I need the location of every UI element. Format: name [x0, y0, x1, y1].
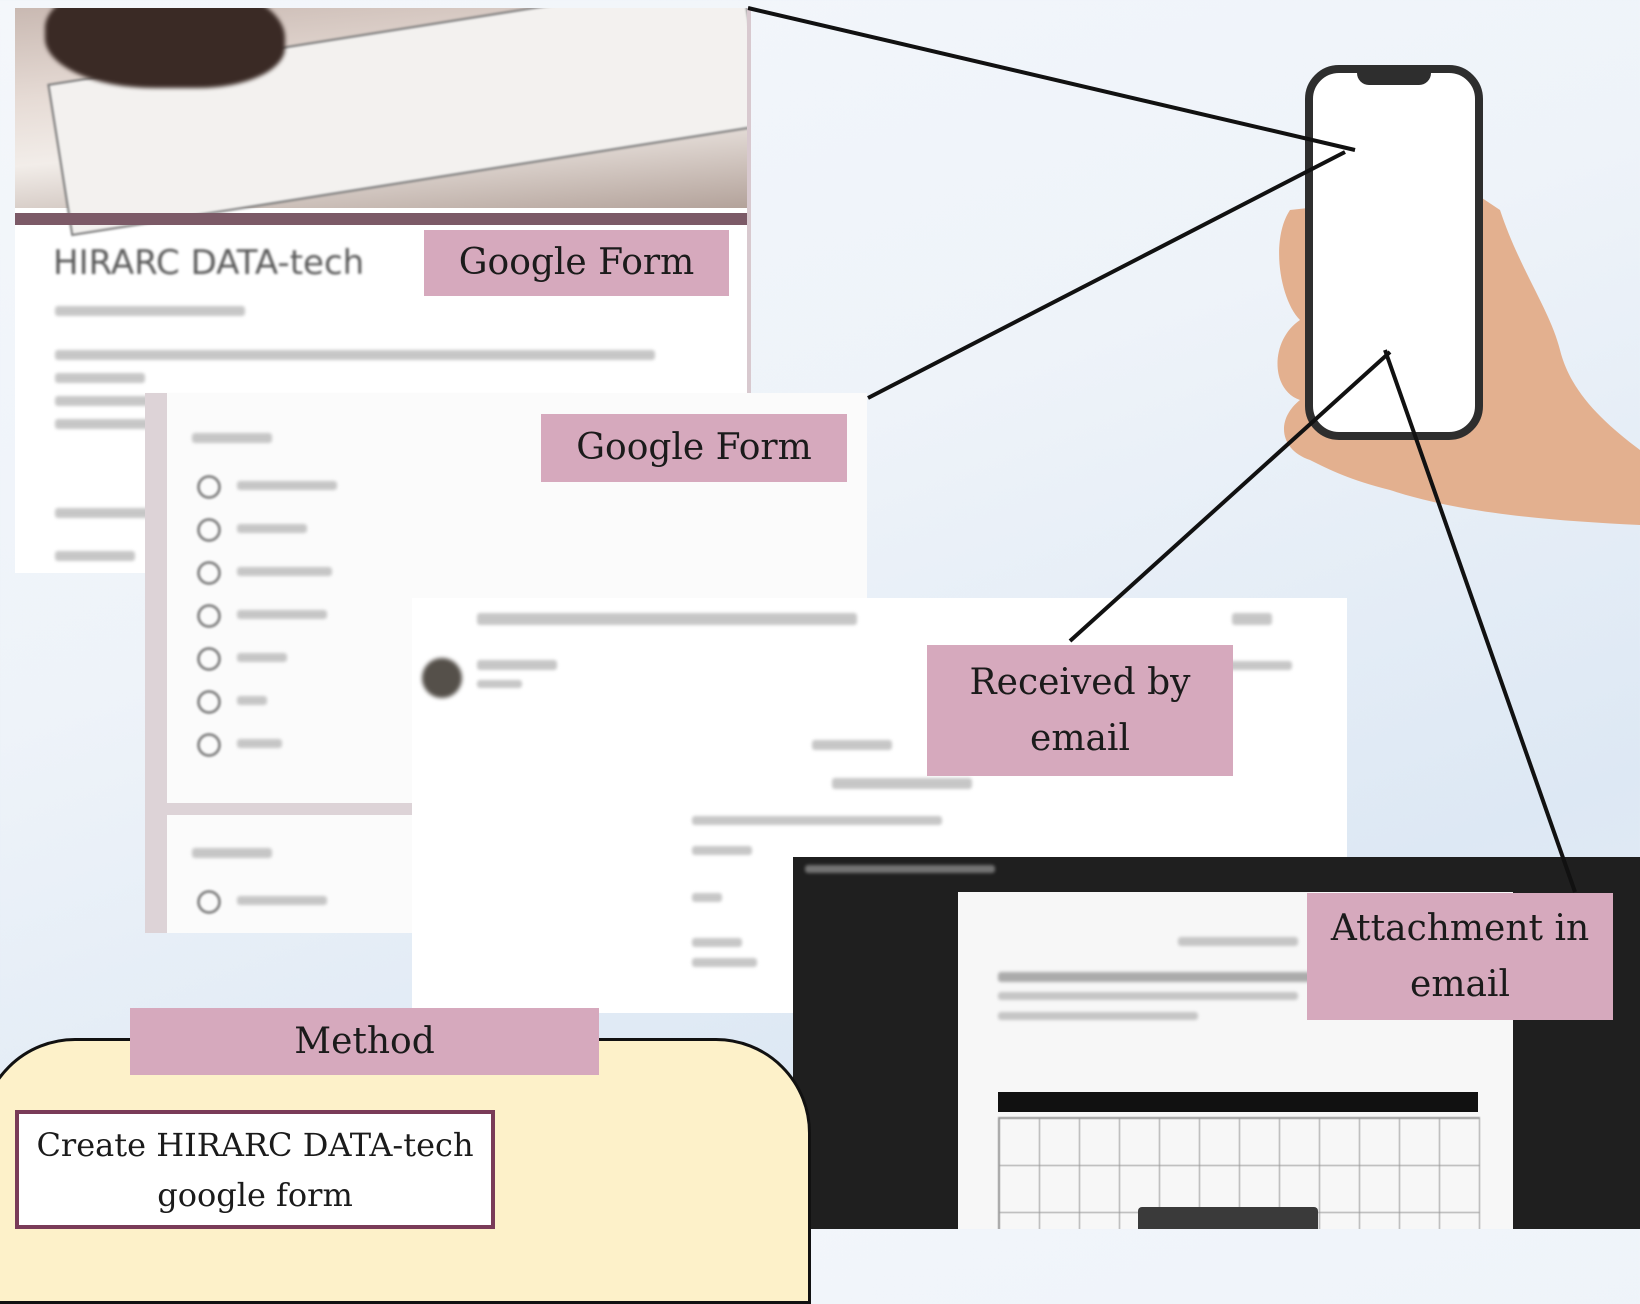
method-step-create-form: Create HIRARC DATA-tech google form [15, 1110, 495, 1229]
connector-line [748, 8, 1355, 150]
connector-line [868, 152, 1345, 398]
label-received-by-email: Received by email [927, 645, 1233, 776]
label-google-form-1: Google Form [424, 230, 729, 296]
label-google-form-2: Google Form [541, 414, 847, 482]
connector-line [1385, 350, 1575, 892]
connector-line [1070, 352, 1390, 641]
method-heading: Method [130, 1008, 599, 1075]
label-attachment-in-email: Attachment in email [1307, 893, 1613, 1020]
